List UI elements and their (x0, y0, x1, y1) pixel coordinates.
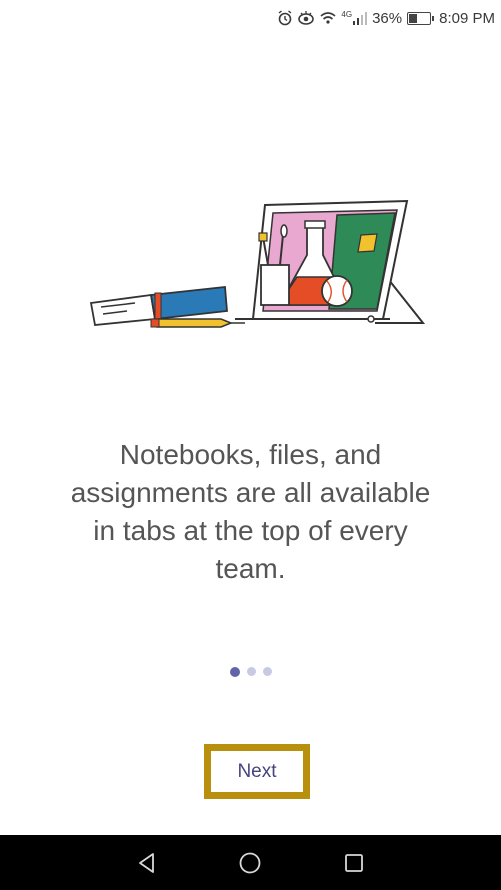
alarm-icon (277, 10, 293, 26)
page-indicator (0, 666, 501, 677)
school-supplies-illustration (85, 195, 430, 335)
page-dot-2 (246, 667, 256, 676)
wifi-icon (319, 10, 337, 26)
battery-percent: 36% (372, 9, 403, 27)
back-icon[interactable] (127, 843, 167, 883)
navigation-bar (0, 835, 501, 890)
status-bar: 4G 36% 8:09 PM (0, 0, 501, 36)
eye-icon (297, 10, 315, 26)
page-dot-3 (262, 667, 272, 676)
home-icon[interactable] (230, 843, 270, 883)
signal-icon: 4G (341, 9, 368, 25)
next-button[interactable]: Next (204, 744, 310, 799)
onboarding-message: Notebooks, files, and assignments are al… (70, 439, 431, 584)
recents-icon[interactable] (334, 843, 374, 883)
page-dot-1-active (229, 666, 240, 677)
battery-icon (407, 11, 435, 25)
network-type-label: 4G (341, 9, 353, 19)
clock-time: 8:09 PM (439, 9, 495, 27)
